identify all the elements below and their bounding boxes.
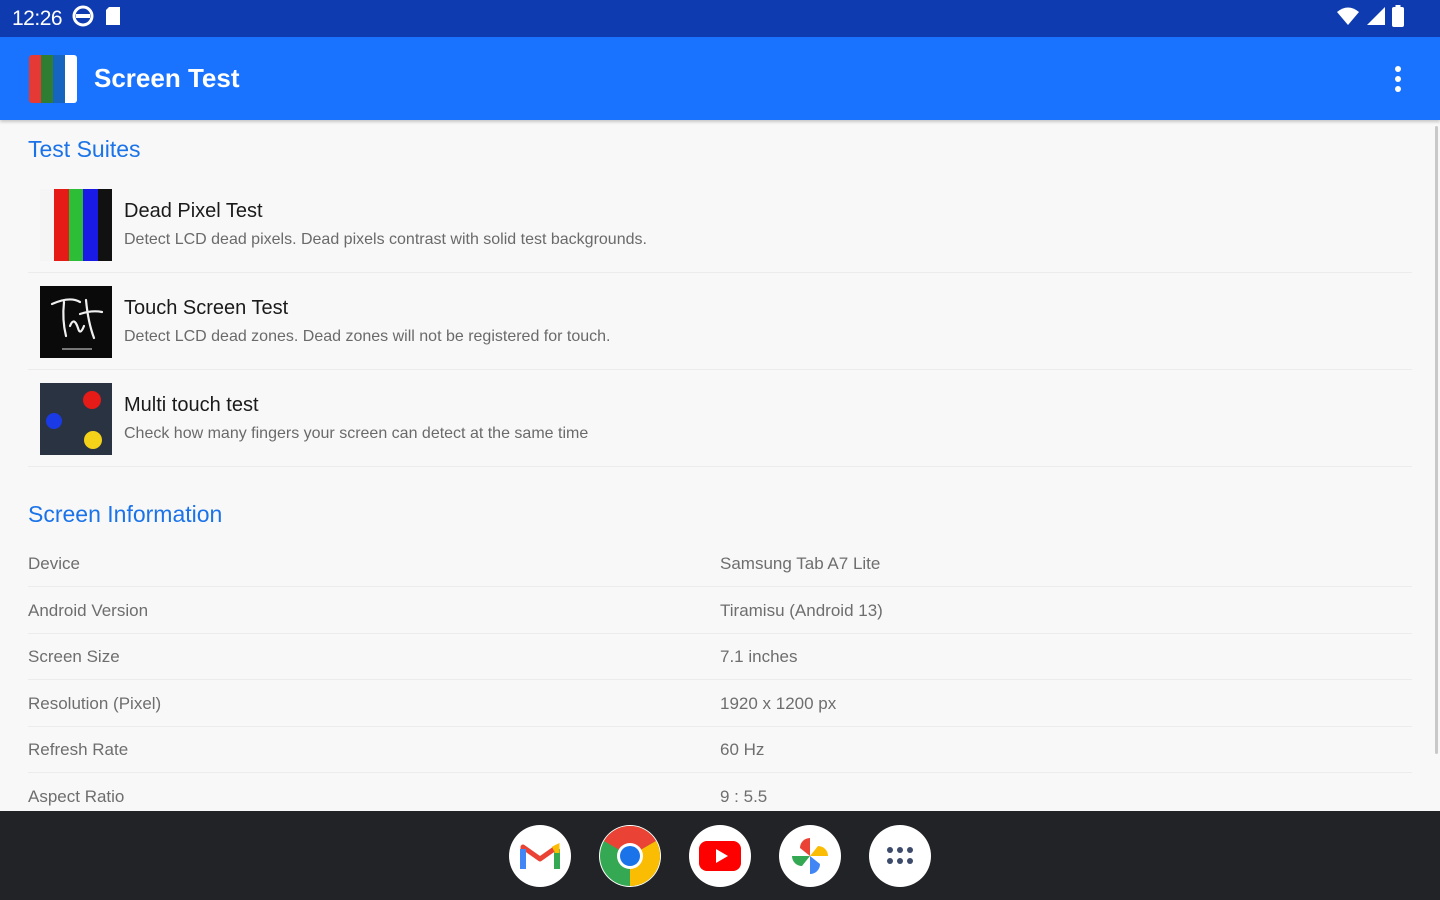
color-bars-icon [40, 188, 112, 261]
status-time: 12:26 [12, 6, 63, 30]
info-label: Device [28, 553, 80, 573]
suite-title: Touch Screen Test [124, 297, 289, 319]
suite-description: Detect LCD dead pixels. Dead pixels cont… [124, 231, 647, 248]
info-value: Tiramisu (Android 13) [720, 600, 883, 620]
info-value: 9 : 5.5 [720, 787, 768, 806]
multi-dot-icon [40, 382, 112, 455]
status-bar: 12:26 [0, 0, 1440, 37]
info-label: Android Version [28, 600, 149, 620]
screen-information-header: Screen Information [28, 501, 223, 527]
app-title: Screen Test [94, 63, 240, 93]
info-value: 1920 x 1200 px [720, 693, 837, 713]
info-value: Samsung Tab A7 Lite [720, 553, 881, 573]
vpn-globe-icon [72, 5, 94, 32]
info-value: 7.1 inches [720, 646, 798, 666]
suite-description: Detect LCD dead zones. Dead zones will n… [124, 328, 611, 345]
info-label: Resolution (Pixel) [28, 693, 162, 713]
taskbar [0, 811, 1440, 900]
suite-description: Check how many fingers your screen can d… [124, 425, 589, 442]
info-label: Refresh Rate [28, 739, 129, 759]
app-logo-icon [29, 54, 77, 103]
scrollbar[interactable] [1435, 126, 1438, 754]
info-row-aspect-ratio: Aspect Ratio 9 : 5.5 [28, 774, 1412, 811]
info-row-resolution: Resolution (Pixel) 1920 x 1200 px [28, 681, 1412, 727]
more-options-icon[interactable] [1388, 59, 1408, 99]
info-row-device: Device Samsung Tab A7 Lite [28, 541, 1412, 587]
battery-icon [1392, 5, 1404, 32]
gmail-icon[interactable] [509, 824, 571, 887]
info-value: 60 Hz [720, 739, 765, 759]
app-bar: Screen Test [0, 37, 1440, 120]
list-item-touch-screen-test[interactable]: Touch Screen Test Detect LCD dead zones.… [28, 274, 1412, 370]
wifi-icon [1336, 6, 1360, 31]
youtube-icon[interactable] [689, 824, 751, 887]
info-row-refresh-rate: Refresh Rate 60 Hz [28, 727, 1412, 773]
suite-title: Multi touch test [124, 394, 259, 416]
main-content[interactable]: Test Suites Dead Pixel Test Detect LCD d… [0, 120, 1440, 811]
photos-icon[interactable] [779, 824, 841, 887]
app-drawer-icon[interactable] [869, 824, 931, 887]
info-row-screen-size: Screen Size 7.1 inches [28, 634, 1412, 680]
list-item-dead-pixel-test[interactable]: Dead Pixel Test Detect LCD dead pixels. … [28, 177, 1412, 273]
info-label: Aspect Ratio [28, 787, 125, 806]
cell-signal-icon [1366, 6, 1386, 31]
list-item-multi-touch-test[interactable]: Multi touch test Check how many fingers … [28, 371, 1412, 467]
test-suites-header: Test Suites [28, 136, 141, 162]
info-label: Screen Size [28, 646, 120, 666]
sd-card-icon [104, 6, 122, 31]
info-row-android-version: Android Version Tiramisu (Android 13) [28, 588, 1412, 634]
handwriting-icon [40, 285, 112, 358]
chrome-icon[interactable] [599, 824, 661, 887]
suite-title: Dead Pixel Test [124, 200, 263, 222]
